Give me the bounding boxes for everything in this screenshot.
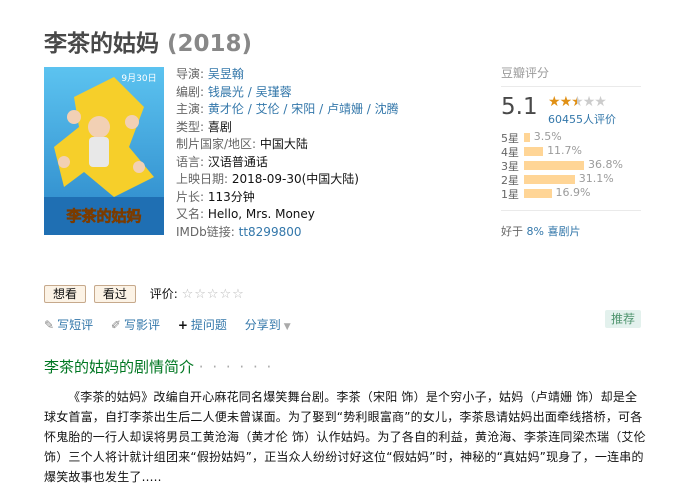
info-cast: 主演: 黄才伦 / 艾伦 / 宋阳 / 卢靖姗 / 沈腾: [176, 102, 399, 116]
movie-info: 导演: 吴昱翰 编剧: 钱晨光 / 吴瑾蓉 主演: 黄才伦 / 艾伦 / 宋阳 …: [176, 66, 466, 241]
star-icon: ★: [548, 94, 561, 110]
poster-image: 9月30日 李茶的姑妈: [44, 67, 164, 235]
cast-link[interactable]: 宋阳: [291, 102, 315, 116]
watched-button[interactable]: 看过: [93, 285, 136, 303]
rating-votes-link[interactable]: 60455人评价: [548, 111, 616, 127]
info-label: IMDb链接:: [176, 224, 235, 239]
star-icon: ★: [594, 94, 607, 110]
writer-link[interactable]: 吴瑾蓉: [256, 85, 292, 99]
cast-link[interactable]: 艾伦: [256, 102, 280, 116]
action-links: ✎ 写短评 ✐ 写影评 + 提问题 分享到 ▼: [44, 316, 305, 333]
pencil-icon: ✐: [110, 318, 121, 332]
chevron-down-icon: ▼: [283, 322, 291, 332]
info-runtime: 片长: 113分钟: [176, 189, 466, 207]
director-link[interactable]: 吴昱翰: [208, 67, 244, 81]
info-imdb: IMDb链接: tt8299800: [176, 224, 466, 242]
summary-heading-dots: · · · · · ·: [198, 358, 274, 376]
rating-heading: 豆瓣评分: [501, 66, 550, 80]
better-than: 好于 8% 喜剧片: [501, 210, 641, 239]
review-label: 写影评: [123, 318, 160, 332]
rating-score: 5.1: [501, 94, 538, 120]
rate-label: 评价:: [149, 287, 178, 301]
poster-logo-text: 李茶的姑妈: [65, 207, 141, 225]
cast-link[interactable]: 沈腾: [375, 102, 399, 116]
plus-icon: +: [177, 318, 188, 332]
rating-stars: ★★★★★: [548, 94, 607, 110]
poster-date-text: 9月30日: [121, 73, 156, 84]
better-than-prefix: 好于: [501, 225, 523, 238]
ask-question-link[interactable]: + 提问题: [178, 318, 227, 332]
star-icon: ★: [559, 94, 573, 110]
rating-row-percent: 36.8%: [588, 158, 623, 171]
rating-panel: 豆瓣评分 5.1 ★★★★★ 60455人评价 5星 3.5% 4星 11.7% 3星 3…: [501, 64, 641, 238]
rating-row-percent: 3.5%: [533, 130, 562, 143]
recommend-button[interactable]: 推荐: [605, 310, 641, 328]
share-link[interactable]: 分享到 ▼: [245, 318, 291, 332]
movie-year: (2018): [167, 31, 253, 57]
rating-row-bar: [524, 147, 544, 156]
rating-row-percent: 11.7%: [547, 144, 583, 157]
half-star-icon: ★: [571, 94, 584, 110]
runtime-value: 113分钟: [207, 189, 255, 204]
aka-value: Hello, Mrs. Money: [207, 207, 315, 221]
info-writer: 编剧: 钱晨光 / 吴瑾蓉: [176, 84, 292, 99]
info-genre: 类型: 喜剧: [176, 119, 466, 137]
summary-heading: 李茶的姑妈的剧情简介 · · · · · ·: [44, 356, 273, 377]
rating-row-label: 1星: [501, 188, 519, 201]
action-bar: 想看 看过 评价: ☆☆☆☆☆: [44, 285, 245, 303]
rating-row-percent: 16.9%: [555, 186, 591, 199]
summary-heading-text: 李茶的姑妈的剧情简介: [44, 358, 195, 376]
rating-row-bar: [524, 161, 584, 170]
star-icon: ★: [582, 94, 596, 110]
info-label: 编剧:: [176, 84, 205, 99]
info-label: 类型:: [176, 119, 205, 134]
summary-text: 《李茶的姑妈》改编自开心麻花同名爆笑舞台剧。李茶（宋阳 饰）是个穷小子，姑妈（卢…: [44, 390, 646, 484]
info-label: 语言:: [176, 154, 205, 169]
info-release: 上映日期: 2018-09-30(中国大陆): [176, 171, 466, 189]
review-link[interactable]: ✐ 写影评: [111, 318, 160, 332]
short-review-label: 写短评: [57, 318, 94, 332]
share-label: 分享到: [244, 318, 281, 332]
info-label: 上映日期:: [176, 172, 229, 186]
movie-poster[interactable]: 9月30日 李茶的姑妈: [44, 67, 164, 235]
want-to-watch-button[interactable]: 想看: [44, 285, 87, 303]
rating-divider: [501, 86, 641, 87]
cast-link[interactable]: 黄才伦: [208, 102, 244, 116]
info-label: 片长:: [176, 189, 205, 204]
info-label: 制片国家/地区:: [176, 137, 257, 151]
movie-title: 李茶的姑妈 (2018): [44, 24, 252, 58]
rating-row-bar: [524, 189, 552, 198]
info-label: 主演:: [176, 102, 205, 116]
info-label: 又名:: [176, 207, 205, 221]
info-language: 语言: 汉语普通话: [176, 154, 466, 172]
rating-row-bar: [524, 133, 530, 142]
genre-value: 喜剧: [207, 119, 232, 134]
rating-row-percent: 31.1%: [578, 172, 614, 185]
ask-question-label: 提问题: [190, 318, 227, 332]
info-aka: 又名: Hello, Mrs. Money: [176, 206, 466, 224]
info-country: 制片国家/地区: 中国大陆: [176, 136, 466, 154]
country-value: 中国大陆: [259, 137, 308, 151]
writer-link[interactable]: 钱晨光: [208, 85, 244, 99]
info-label: 导演:: [176, 67, 205, 81]
release-value: 2018-09-30(中国大陆): [231, 172, 359, 186]
language-value: 汉语普通话: [207, 154, 268, 169]
imdb-link[interactable]: tt8299800: [239, 225, 302, 239]
speech-bubble-icon: ✎: [44, 318, 55, 332]
short-review-link[interactable]: ✎ 写短评: [44, 318, 93, 332]
info-director: 导演: 吴昱翰: [176, 66, 466, 84]
cast-link[interactable]: 卢靖姗: [327, 102, 363, 116]
better-than-link[interactable]: 8% 喜剧片: [527, 225, 581, 238]
movie-title-text: 李茶的姑妈: [44, 31, 159, 57]
rate-stars-input[interactable]: ☆☆☆☆☆: [182, 287, 245, 302]
rating-row-bar: [524, 175, 575, 184]
